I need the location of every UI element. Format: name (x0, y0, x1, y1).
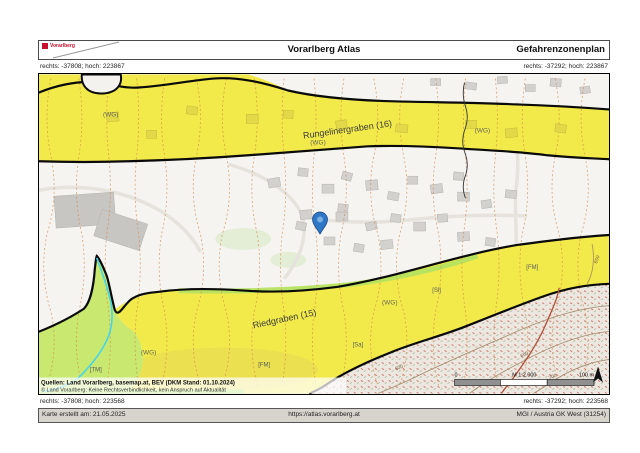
zone-gap (82, 75, 121, 94)
map-frame: Rungelinergraben (16) (WG) (WG) (WG) Rie… (38, 73, 610, 395)
coords-top: rechts: -37808; hoch: 223867 rechts: -37… (38, 60, 610, 73)
scale-max: 100 m (579, 373, 595, 379)
attribution-sources: Quellen: Land Vorarlberg, basemap.at, BE… (41, 380, 235, 386)
header: Vorarlberg Vorarlberg Atlas Gefahrenzone… (38, 40, 610, 60)
map-canvas[interactable]: Rungelinergraben (16) (WG) (WG) (WG) Rie… (39, 74, 609, 394)
label-fm-right: [FM] (526, 265, 538, 271)
coord-top-left: rechts: -37808; hoch: 223867 (40, 60, 125, 73)
label-wg-top-left: (WG) (103, 111, 118, 118)
attribution-disclaimer: © Land Vorarlberg: Keine Rechtsverbindli… (41, 386, 226, 393)
label-wg-top-center: (WG) (310, 139, 325, 146)
footer-url: https://atlas.vorarlberg.at (39, 409, 609, 421)
coord-top-right: rechts: -37292; hoch: 223867 (523, 60, 608, 73)
coord-bottom-right: rechts: -37292; hoch: 223568 (523, 395, 608, 408)
print-page: Vorarlberg Vorarlberg Atlas Gefahrenzone… (38, 40, 610, 423)
map-attribution: Quellen: Land Vorarlberg, basemap.at, BE… (39, 377, 346, 393)
label-wg-left: (WG) (141, 350, 156, 357)
label-sa: [Sa] (353, 343, 364, 349)
label-sl: [Sl] (432, 288, 441, 294)
label-wg-mid: (WG) (382, 300, 397, 307)
scale-zero: 0 (455, 373, 458, 379)
footer-bar: Karte erstellt am: 21.05.2025 https://at… (38, 408, 610, 423)
plan-title: Gefahrenzonenplan (516, 41, 605, 59)
label-wg-top-right: (WG) (475, 127, 490, 134)
label-fm-left: [FM] (258, 363, 270, 369)
label-tm: [TM] (90, 368, 102, 374)
coords-bottom: rechts: -37808; hoch: 223568 rechts: -37… (38, 395, 610, 408)
coord-bottom-left: rechts: -37808; hoch: 223568 (40, 395, 125, 408)
scale-ratio: M 1:2.000 (512, 373, 536, 379)
